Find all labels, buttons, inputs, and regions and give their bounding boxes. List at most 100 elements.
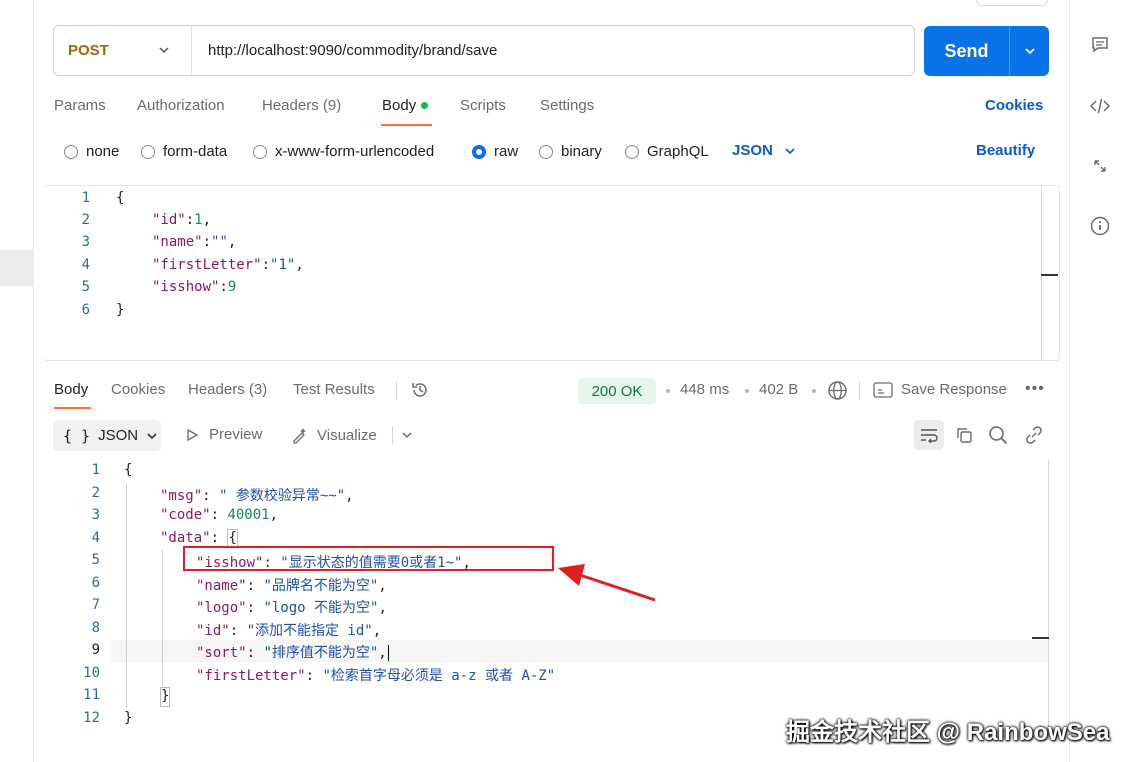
response-size[interactable]: 402 B xyxy=(759,381,798,398)
text-cursor xyxy=(387,645,389,661)
json-key: "msg" xyxy=(160,488,203,504)
more-options-icon[interactable]: ••• xyxy=(1025,380,1045,398)
line-number: 4 xyxy=(91,530,100,546)
response-tab-headers[interactable]: Headers (3) xyxy=(188,381,267,398)
json-colon: : xyxy=(202,488,220,504)
radio-graphql[interactable]: GraphQL xyxy=(625,143,709,160)
response-scroll-marker[interactable] xyxy=(1032,637,1049,639)
code-line: "id": "添加不能指定 id", xyxy=(196,620,381,642)
radio-binary[interactable]: binary xyxy=(539,143,602,160)
json-key: "firstLetter" xyxy=(196,668,306,684)
tab-body[interactable]: Body xyxy=(382,97,429,114)
send-options-chevron-icon[interactable] xyxy=(1010,44,1049,58)
url-input[interactable]: http://localhost:9090/commodity/brand/sa… xyxy=(192,42,497,59)
annotation-highlight-box xyxy=(183,546,554,571)
response-format-label: JSON xyxy=(98,427,139,444)
radio-label: raw xyxy=(494,143,519,160)
history-icon[interactable] xyxy=(410,380,430,405)
chevron-down-icon[interactable] xyxy=(400,428,414,447)
response-time[interactable]: 448 ms xyxy=(680,381,729,398)
send-button[interactable]: Send xyxy=(924,41,1009,62)
json-comma: , xyxy=(295,257,304,273)
top-partial-control[interactable] xyxy=(976,0,1048,6)
wrap-lines-icon[interactable] xyxy=(914,420,944,450)
save-response-button[interactable]: Save Response xyxy=(901,381,1007,398)
body-format-label: JSON xyxy=(732,142,773,159)
body-format-select[interactable]: JSON xyxy=(732,142,797,159)
beautify-button[interactable]: Beautify xyxy=(976,142,1035,159)
code-line: } xyxy=(116,302,125,318)
comments-icon[interactable] xyxy=(1088,33,1112,57)
json-value: 1 xyxy=(194,212,203,228)
radio-x-www-form-urlencoded[interactable]: x-www-form-urlencoded xyxy=(253,143,434,160)
json-comma: , xyxy=(378,645,387,661)
radio-label: none xyxy=(86,143,120,160)
code-line: } xyxy=(124,710,133,726)
json-comma: , xyxy=(202,212,212,228)
tab-scripts[interactable]: Scripts xyxy=(460,97,506,114)
json-value: "logo 不能为空" xyxy=(263,600,379,616)
indent-guide xyxy=(126,484,127,708)
play-icon xyxy=(187,428,199,441)
tab-settings[interactable]: Settings xyxy=(540,97,594,114)
json-comma: , xyxy=(227,234,237,250)
tab-authorization[interactable]: Authorization xyxy=(137,97,225,114)
editor-scrollbar-track xyxy=(1041,186,1042,360)
json-colon: : xyxy=(210,507,228,523)
response-format-select[interactable]: { } JSON xyxy=(53,420,161,451)
code-icon[interactable] xyxy=(1088,94,1112,118)
radio-raw[interactable]: raw xyxy=(472,143,518,160)
globe-icon[interactable] xyxy=(827,380,848,406)
json-colon: : xyxy=(246,645,264,661)
code-line: "firstLetter": "检索首字母必须是 a-z 或者 A-Z" xyxy=(196,665,555,687)
json-key: "logo" xyxy=(196,600,247,616)
related-arrows-icon[interactable] xyxy=(1088,154,1112,178)
response-tab-body[interactable]: Body xyxy=(54,381,88,398)
line-number: 1 xyxy=(81,190,90,206)
json-colon: : xyxy=(185,212,195,228)
watermark: 掘金技术社区 @ RainbowSea xyxy=(786,719,1110,746)
cookies-link[interactable]: Cookies xyxy=(985,97,1043,114)
code-line: "name":"", xyxy=(152,234,236,256)
json-comma: , xyxy=(269,507,279,523)
json-value: 9 xyxy=(227,279,237,295)
json-colon: : xyxy=(229,623,247,639)
code-line: "firstLetter":"1", xyxy=(152,257,304,279)
body-indicator-dot xyxy=(421,101,429,109)
line-number: 7 xyxy=(91,597,100,613)
method-select[interactable]: POST xyxy=(54,26,192,75)
radio-label: x-www-form-urlencoded xyxy=(275,143,435,160)
active-response-tab-indicator xyxy=(54,407,91,409)
radio-none[interactable]: none xyxy=(64,143,119,160)
json-colon: : xyxy=(210,530,228,546)
left-sidebar-edge xyxy=(0,0,34,762)
response-tab-test-results[interactable]: Test Results xyxy=(293,381,375,398)
link-icon[interactable] xyxy=(1019,420,1049,450)
tab-headers[interactable]: Headers (9) xyxy=(262,97,341,114)
line-number: 2 xyxy=(91,485,100,501)
chevron-down-icon xyxy=(147,432,157,439)
radio-form-data[interactable]: form-data xyxy=(141,143,227,160)
response-scrollbar-track xyxy=(1048,460,1049,740)
json-value: "添加不能指定 id" xyxy=(246,623,373,639)
json-colon: : xyxy=(202,234,212,250)
left-sidebar-selected-item[interactable] xyxy=(0,250,34,286)
info-icon[interactable] xyxy=(1088,214,1112,238)
json-value: "检索首字母必须是 a-z 或者 A-Z" xyxy=(322,668,556,684)
divider xyxy=(396,382,397,400)
annotation-arrow-icon xyxy=(558,564,656,602)
copy-icon[interactable] xyxy=(949,420,979,450)
status-badge[interactable]: 200 OK xyxy=(578,378,656,404)
json-colon: : xyxy=(246,600,264,616)
divider xyxy=(859,382,860,400)
code-line: { xyxy=(124,462,133,478)
line-number: 3 xyxy=(91,507,100,523)
response-tab-cookies[interactable]: Cookies xyxy=(111,381,165,398)
editor-scroll-marker[interactable] xyxy=(1041,274,1058,276)
search-icon[interactable] xyxy=(983,420,1013,450)
tab-params[interactable]: Params xyxy=(54,97,106,114)
preview-button[interactable]: Preview xyxy=(185,426,262,443)
visualize-button[interactable]: Visualize xyxy=(291,426,377,444)
line-number: 10 xyxy=(83,665,100,681)
line-number: 2 xyxy=(81,212,90,228)
